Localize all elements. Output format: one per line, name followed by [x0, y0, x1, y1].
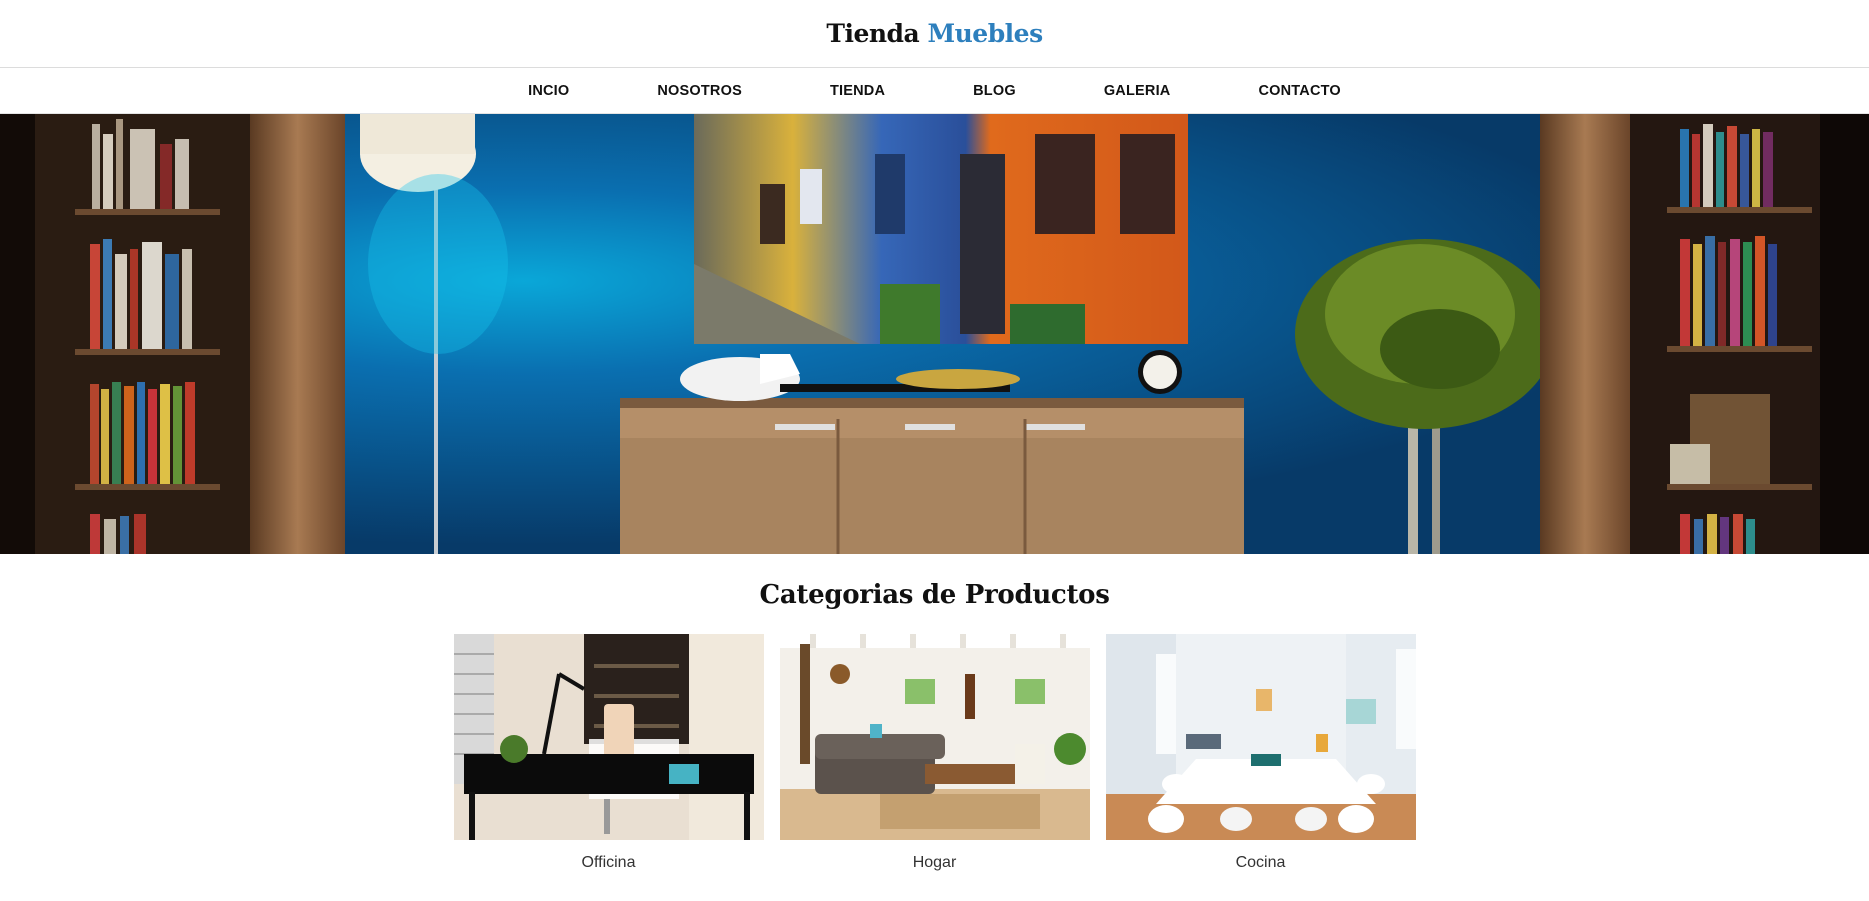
- nav-item-contacto[interactable]: CONTACTO: [1214, 83, 1384, 99]
- wall-painting: [694, 114, 1188, 344]
- site-logo[interactable]: Tienda Muebles: [826, 19, 1043, 48]
- category-image-officina[interactable]: [453, 634, 764, 840]
- logo-text-primary: Tienda: [826, 19, 920, 48]
- nav-item-nosotros[interactable]: NOSOTROS: [613, 83, 786, 99]
- category-label-officina[interactable]: Officina: [454, 854, 764, 872]
- nav-item-blog[interactable]: BLOG: [929, 83, 1060, 99]
- category-card-hogar[interactable]: Hogar: [779, 634, 1090, 872]
- category-card-cocina[interactable]: Cocina: [1105, 634, 1416, 872]
- category-image-cocina[interactable]: [1105, 634, 1416, 840]
- categories-title: Categorias de Productos: [759, 580, 1110, 610]
- category-label-cocina[interactable]: Cocina: [1106, 854, 1416, 872]
- nav-item-tienda[interactable]: TIENDA: [786, 83, 929, 99]
- hero-banner: [0, 114, 1869, 554]
- hero-image: [0, 114, 1869, 554]
- category-label-hogar[interactable]: Hogar: [780, 854, 1090, 872]
- logo-text-accent: Muebles: [927, 19, 1043, 48]
- site-header: Tienda Muebles: [0, 0, 1869, 68]
- category-card-officina[interactable]: Officina: [453, 634, 764, 872]
- category-image-hogar[interactable]: [779, 634, 1090, 840]
- category-grid: Officina Hogar Cocina: [0, 634, 1869, 872]
- sideboard: [620, 350, 1244, 554]
- nav-item-galeria[interactable]: GALERIA: [1060, 83, 1215, 99]
- nav-item-inicio[interactable]: INCIO: [484, 83, 613, 99]
- main-nav: INCIO NOSOTROS TIENDA BLOG GALERIA CONTA…: [0, 68, 1869, 114]
